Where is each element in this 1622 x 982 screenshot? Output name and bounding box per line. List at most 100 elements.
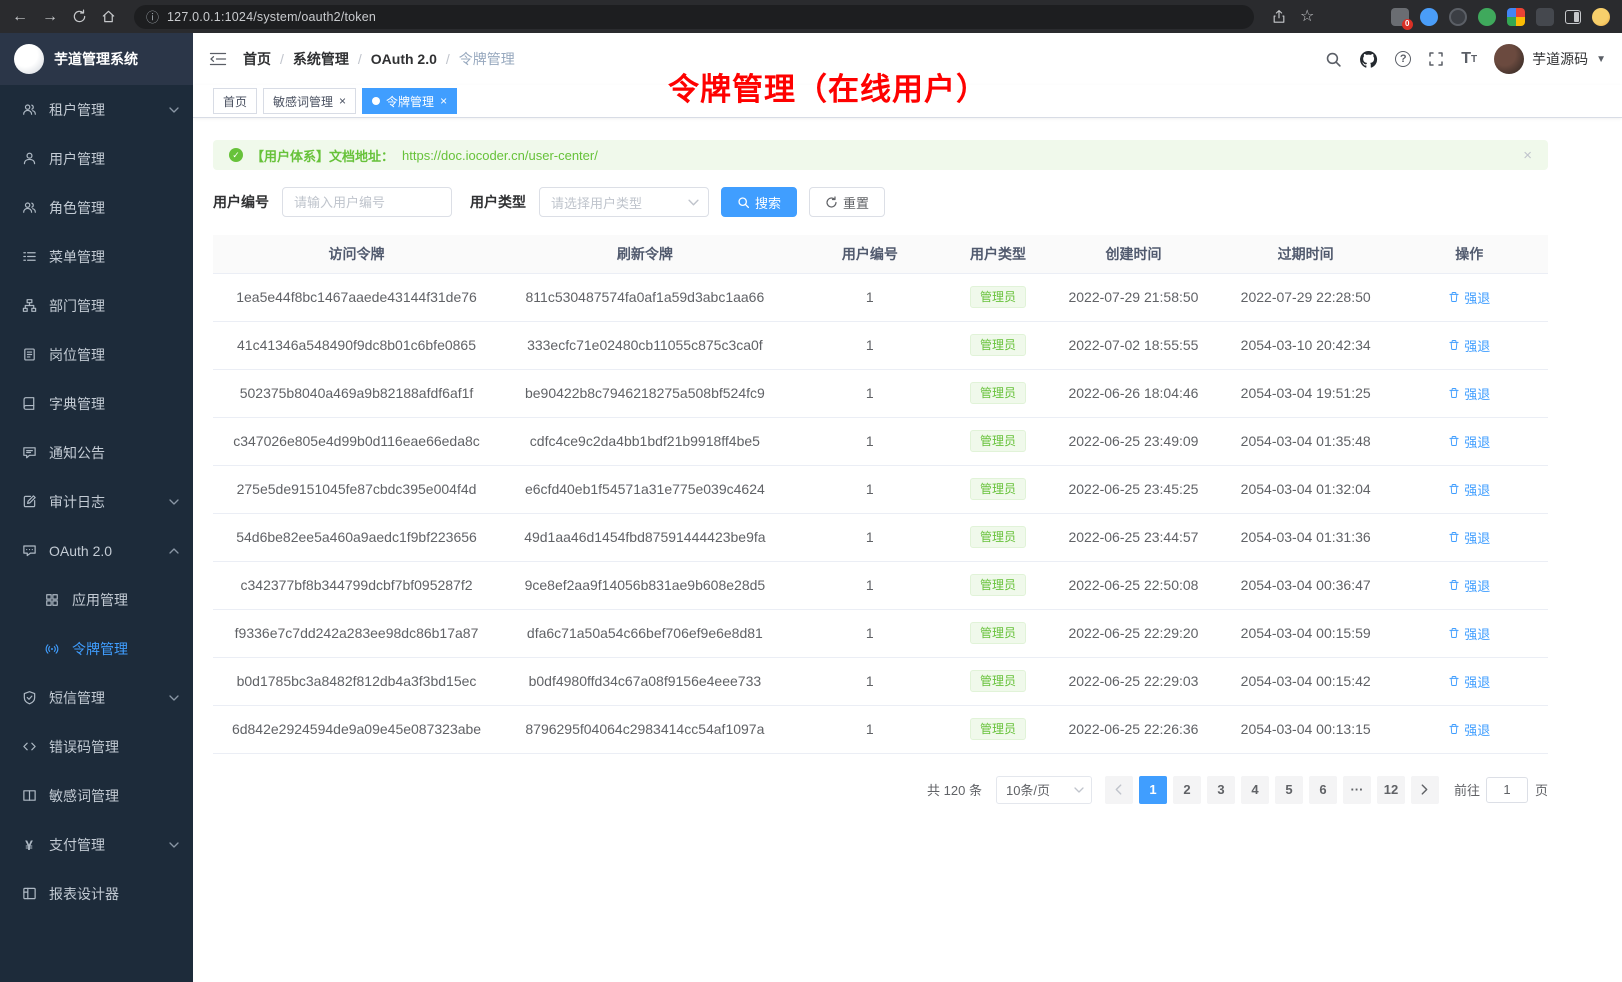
goto-page-input[interactable] <box>1486 777 1528 803</box>
page-button-6[interactable]: 6 <box>1309 776 1337 804</box>
force-logout-button[interactable]: 强退 <box>1448 672 1490 691</box>
tab-token[interactable]: 令牌管理 × <box>362 88 457 114</box>
sidebar-item-token[interactable]: 令牌管理 <box>0 624 193 673</box>
created-cell: 2022-06-25 22:50:08 <box>1046 561 1221 609</box>
tab-home[interactable]: 首页 <box>213 88 257 114</box>
navbar-actions: ? TT 芋道源码 ▼ <box>1325 44 1606 74</box>
sidebar-item-oauth-app[interactable]: 应用管理 <box>0 575 193 624</box>
page-button-5[interactable]: 5 <box>1275 776 1303 804</box>
force-logout-button[interactable]: 强退 <box>1448 384 1490 403</box>
sidebar-item-error-code[interactable]: 错误码管理 <box>0 722 193 771</box>
expires-cell: 2054-03-04 00:13:15 <box>1221 705 1391 753</box>
user-type-select[interactable]: 请选择用户类型 <box>539 187 709 217</box>
sidebar-item-dict[interactable]: 字典管理 <box>0 379 193 428</box>
col-actions: 操作 <box>1390 235 1548 273</box>
sidebar-item-audit-log[interactable]: 审计日志 <box>0 477 193 526</box>
page-size-select[interactable]: 10条/页 <box>996 776 1092 804</box>
sidebar-item-tenant[interactable]: 租户管理 <box>0 85 193 134</box>
sidebar-item-post[interactable]: 岗位管理 <box>0 330 193 379</box>
page-button-1[interactable]: 1 <box>1139 776 1167 804</box>
page-button-2[interactable]: 2 <box>1173 776 1201 804</box>
user-menu[interactable]: 芋道源码 ▼ <box>1494 44 1606 74</box>
app-logo[interactable]: 芋道管理系统 <box>0 33 193 85</box>
force-logout-button[interactable]: 强退 <box>1448 480 1490 499</box>
user-type-cell: 管理员 <box>950 273 1046 321</box>
force-logout-button[interactable]: 强退 <box>1448 288 1490 307</box>
sidebar-item-pay[interactable]: ¥ 支付管理 <box>0 820 193 869</box>
user-id-cell: 1 <box>790 657 950 705</box>
tenant-users-icon <box>21 102 37 118</box>
extension-pinned-icon[interactable]: 0 <box>1391 8 1409 26</box>
extension-claw-icon[interactable] <box>1536 8 1554 26</box>
total-count: 共 120 条 <box>927 780 982 799</box>
browser-profile-avatar[interactable] <box>1592 8 1610 26</box>
bookmark-star-icon[interactable]: ☆ <box>1300 9 1314 25</box>
table-row: 275e5de9151045fe87cbdc395e004f4de6cfd40e… <box>213 465 1548 513</box>
sidebar-toggle-icon[interactable] <box>209 51 227 67</box>
extensions-puzzle-icon[interactable] <box>1507 8 1525 26</box>
sidebar-item-label: OAuth 2.0 <box>49 543 112 559</box>
close-icon[interactable]: × <box>339 95 346 107</box>
reload-icon[interactable] <box>72 9 87 24</box>
page-button-4[interactable]: 4 <box>1241 776 1269 804</box>
sidebar-item-dept[interactable]: 部门管理 <box>0 281 193 330</box>
extension-dark-icon[interactable] <box>1449 8 1467 26</box>
tab-sensitive-word[interactable]: 敏感词管理 × <box>263 88 356 114</box>
next-page-button[interactable] <box>1411 776 1439 804</box>
reset-button[interactable]: 重置 <box>809 187 885 217</box>
sidebar-item-menu[interactable]: 菜单管理 <box>0 232 193 281</box>
top-navbar: 首页 / 系统管理 / OAuth 2.0 / 令牌管理 ? TT <box>193 33 1622 85</box>
prev-page-button[interactable] <box>1105 776 1133 804</box>
close-icon[interactable]: × <box>440 95 447 107</box>
page-button-12[interactable]: 12 <box>1377 776 1405 804</box>
expires-cell: 2054-03-04 00:36:47 <box>1221 561 1391 609</box>
page-button-3[interactable]: 3 <box>1207 776 1235 804</box>
sidebar-item-report-designer[interactable]: 报表设计器 <box>0 869 193 918</box>
search-button[interactable]: 搜索 <box>721 187 797 217</box>
user-id-input[interactable] <box>282 187 452 217</box>
refresh-token-cell: 8796295f04064c2983414cc54af1097a <box>500 705 790 753</box>
force-logout-button[interactable]: 强退 <box>1448 624 1490 643</box>
site-info-icon[interactable]: ⓘ <box>146 7 159 26</box>
side-panel-icon[interactable] <box>1565 10 1581 24</box>
doc-link[interactable]: https://doc.iocoder.cn/user-center/ <box>402 148 598 163</box>
extension-green-icon[interactable] <box>1478 8 1496 26</box>
user-id-cell: 1 <box>790 369 950 417</box>
user-type-cell: 管理员 <box>950 609 1046 657</box>
breadcrumb-system[interactable]: 系统管理 <box>293 49 349 69</box>
back-icon[interactable]: ← <box>12 9 28 25</box>
sidebar-item-sms[interactable]: 短信管理 <box>0 673 193 722</box>
sidebar-item-notice[interactable]: 通知公告 <box>0 428 193 477</box>
more-pages-button[interactable]: ··· <box>1343 776 1371 804</box>
search-icon[interactable] <box>1325 51 1342 68</box>
help-icon[interactable]: ? <box>1395 51 1411 67</box>
sidebar-item-sensitive-word[interactable]: 敏感词管理 <box>0 771 193 820</box>
breadcrumb-oauth[interactable]: OAuth 2.0 <box>371 51 437 67</box>
extension-blue-icon[interactable] <box>1420 8 1438 26</box>
github-icon[interactable] <box>1359 50 1378 69</box>
table-row: 6d842e2924594de9a09e45e087323abe8796295f… <box>213 705 1548 753</box>
force-logout-button[interactable]: 强退 <box>1448 336 1490 355</box>
pagination: 共 120 条 10条/页 1 2 3 4 5 6 ··· 12 前往 <box>213 776 1548 804</box>
share-icon[interactable] <box>1272 9 1286 24</box>
force-logout-button[interactable]: 强退 <box>1448 576 1490 595</box>
sidebar-item-user[interactable]: 用户管理 <box>0 134 193 183</box>
table-row: c342377bf8b344799dcbf7bf095287f29ce8ef2a… <box>213 561 1548 609</box>
force-logout-button[interactable]: 强退 <box>1448 432 1490 451</box>
fullscreen-icon[interactable] <box>1428 51 1444 67</box>
font-size-icon[interactable]: TT <box>1461 50 1477 68</box>
sidebar-item-oauth[interactable]: OAuth 2.0 <box>0 526 193 575</box>
sidebar-item-role[interactable]: 角色管理 <box>0 183 193 232</box>
breadcrumb-home[interactable]: 首页 <box>243 49 271 69</box>
force-logout-button[interactable]: 强退 <box>1448 528 1490 547</box>
action-cell: 强退 <box>1390 657 1548 705</box>
doc-alert: ✓ 【用户体系】文档地址： https://doc.iocoder.cn/use… <box>213 140 1548 170</box>
close-icon[interactable]: × <box>1523 147 1532 164</box>
home-icon[interactable] <box>101 9 116 24</box>
pay-icon: ¥ <box>21 837 37 853</box>
table-row: 54d6be82ee5a460a9aedc1f9bf22365649d1aa46… <box>213 513 1548 561</box>
force-logout-button[interactable]: 强退 <box>1448 720 1490 739</box>
address-bar[interactable]: ⓘ 127.0.0.1:1024/system/oauth2/token <box>134 5 1254 29</box>
forward-icon[interactable]: → <box>42 9 58 25</box>
table-row: f9336e7c7dd242a283ee98dc86b17a87dfa6c71a… <box>213 609 1548 657</box>
